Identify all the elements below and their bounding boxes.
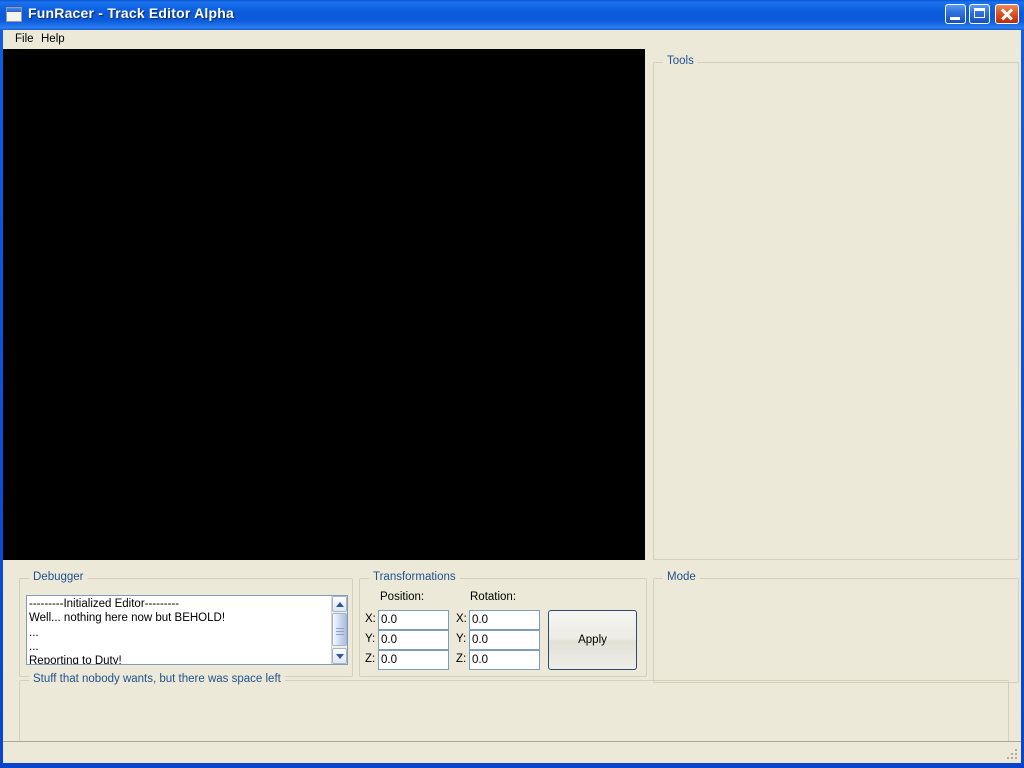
- title-bar[interactable]: FunRacer - Track Editor Alpha: [0, 0, 1024, 30]
- debugger-panel-label: Debugger: [29, 571, 88, 583]
- render-viewport[interactable]: [3, 49, 645, 560]
- position-x-input[interactable]: [378, 610, 449, 630]
- scroll-down-icon: [336, 654, 344, 659]
- menu-item-help[interactable]: Help: [36, 32, 70, 46]
- menu-bar: File Help: [3, 30, 1021, 49]
- position-x-label: X:: [365, 613, 376, 625]
- rotation-x-input[interactable]: [469, 610, 540, 630]
- close-button[interactable]: [995, 4, 1019, 24]
- status-bar: [3, 741, 1021, 763]
- rotation-z-label: Z:: [456, 653, 466, 665]
- minimize-button[interactable]: [945, 4, 966, 24]
- debugger-scrollbar[interactable]: [331, 596, 347, 664]
- transformations-panel-label: Transformations: [369, 571, 460, 583]
- minimize-icon: [950, 17, 960, 20]
- debugger-log-textbox[interactable]: ---------Initialized Editor--------- Wel…: [26, 595, 348, 665]
- thumb-grip-line: [336, 628, 344, 629]
- position-z-label: Z:: [365, 653, 375, 665]
- position-y-input[interactable]: [378, 630, 449, 650]
- resize-grip-icon[interactable]: [1007, 749, 1019, 761]
- rotation-heading: Rotation:: [470, 591, 516, 603]
- position-heading: Position:: [380, 591, 424, 603]
- application-window-icon: [6, 7, 22, 22]
- position-z-input[interactable]: [378, 650, 449, 670]
- scroll-up-icon: [336, 602, 344, 607]
- debugger-panel: Debugger ---------Initialized Editor----…: [19, 578, 353, 677]
- rotation-x-label: X:: [456, 613, 467, 625]
- client-area: File Help Tools Mode Debugger ---------I…: [3, 30, 1021, 763]
- tools-panel: Tools: [653, 62, 1019, 560]
- thumb-grip-line: [336, 634, 344, 635]
- debugger-log-text: ---------Initialized Editor--------- Wel…: [29, 597, 329, 665]
- position-y-label: Y:: [365, 633, 375, 645]
- window-title: FunRacer - Track Editor Alpha: [28, 5, 234, 21]
- spare-panel-label: Stuff that nobody wants, but there was s…: [29, 673, 285, 685]
- tools-panel-label: Tools: [663, 55, 698, 67]
- thumb-grip-line: [336, 631, 344, 632]
- rotation-y-input[interactable]: [469, 630, 540, 650]
- rotation-y-label: Y:: [456, 633, 466, 645]
- menu-item-file[interactable]: File: [10, 32, 39, 46]
- mode-panel-label: Mode: [663, 571, 700, 583]
- maximize-icon: [974, 8, 985, 18]
- maximize-button[interactable]: [969, 4, 990, 24]
- scroll-up-button[interactable]: [332, 596, 347, 612]
- application-window: FunRacer - Track Editor Alpha File Help …: [0, 0, 1024, 768]
- transformations-panel: Transformations Position: Rotation: X: Y…: [359, 578, 647, 677]
- scroll-down-button[interactable]: [332, 648, 347, 664]
- scrollbar-thumb[interactable]: [332, 613, 347, 646]
- apply-button[interactable]: Apply: [548, 610, 637, 670]
- rotation-z-input[interactable]: [469, 650, 540, 670]
- mode-panel: Mode: [653, 578, 1019, 683]
